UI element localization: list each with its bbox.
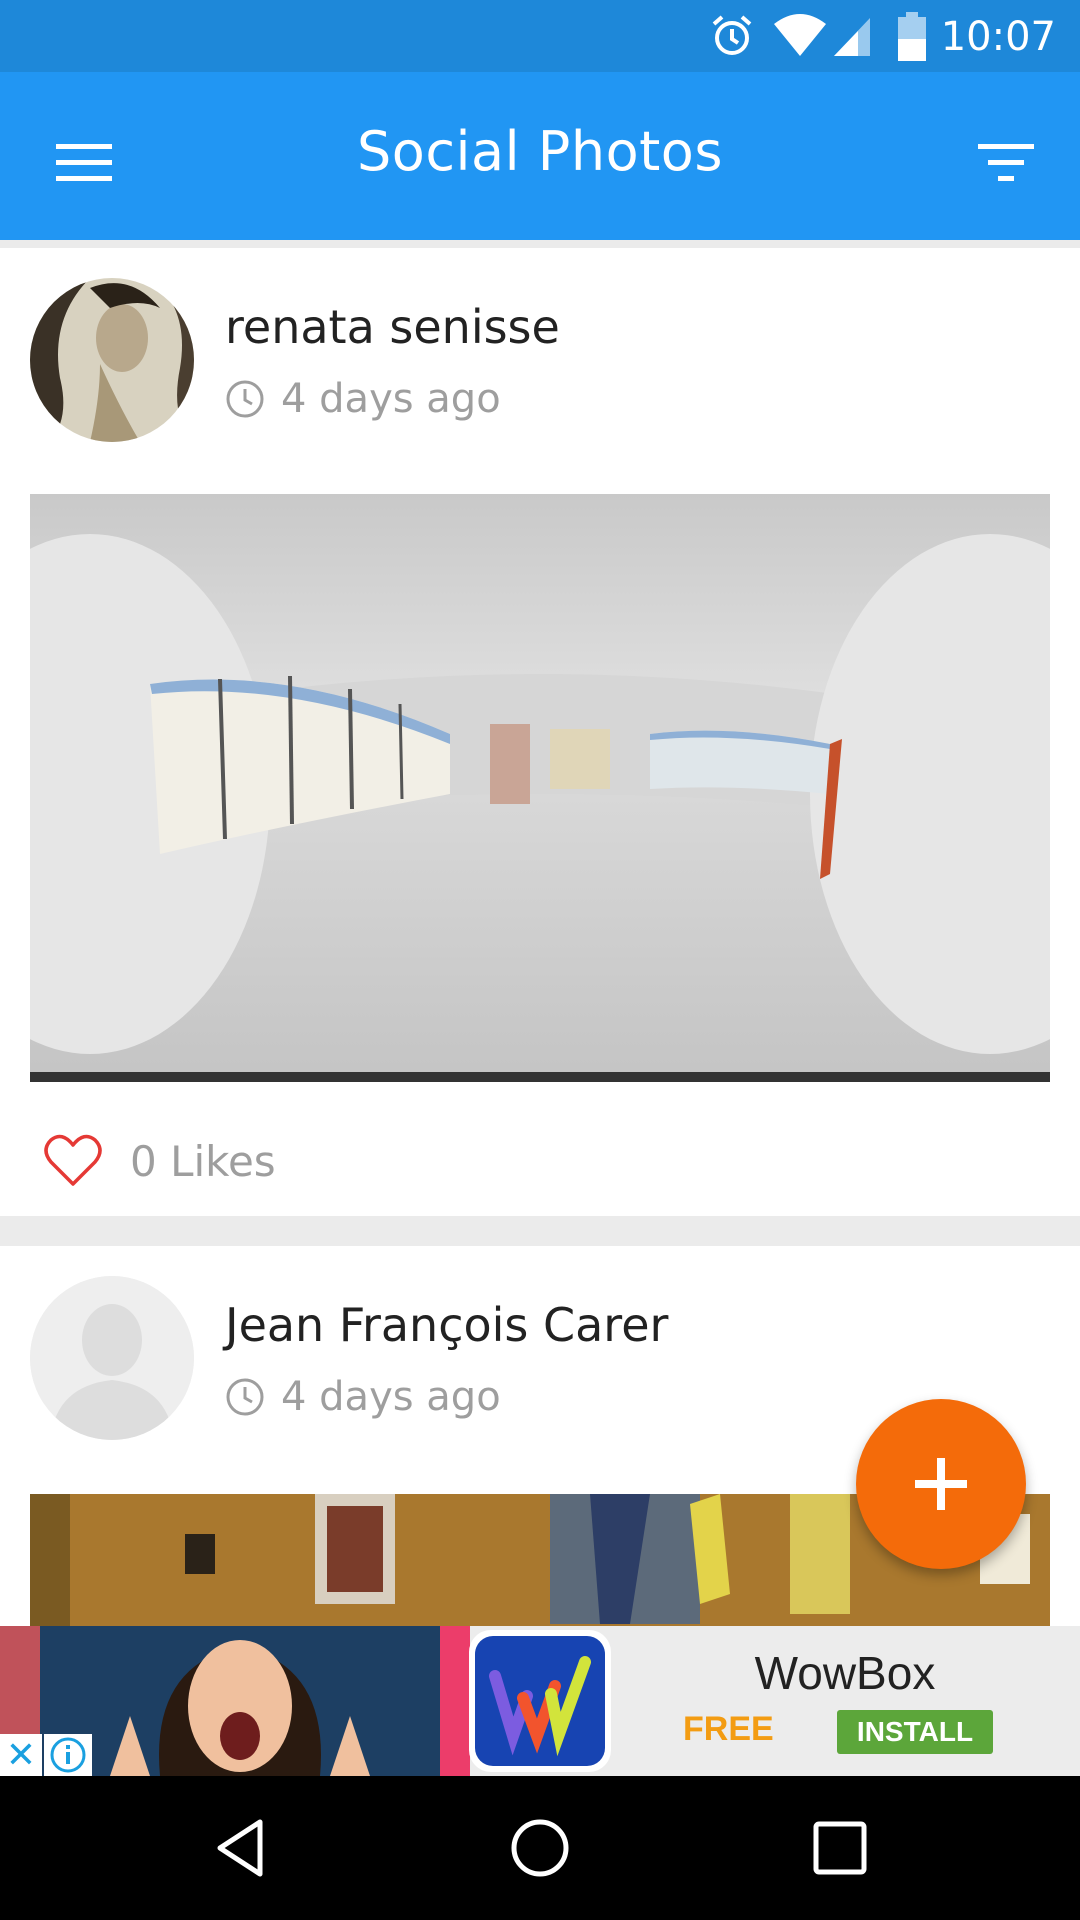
ad-banner[interactable]: ✕ WowBox FREE INSTALL [0,1626,1080,1776]
avatar-placeholder[interactable] [30,1276,194,1440]
status-bar: 10:07 [0,0,1080,72]
add-photo-button[interactable] [856,1399,1026,1569]
signal-icon [834,18,870,56]
likes-count: 0 Likes [130,1136,276,1186]
time-text: 4 days ago [281,1374,501,1420]
ad-price: FREE [683,1710,774,1748]
plus-icon [915,1458,967,1510]
app-bar: Social Photos [0,72,1080,240]
like-row: 0 Likes [44,1134,276,1188]
page-title: Social Photos [357,120,723,183]
home-icon[interactable] [508,1816,572,1880]
ad-close-icon[interactable]: ✕ [0,1734,42,1776]
user-name[interactable]: Jean François Carer [225,1298,668,1352]
clock-icon [226,380,264,418]
filter-icon[interactable] [970,126,1042,198]
recents-icon[interactable] [808,1816,872,1880]
status-time: 10:07 [940,14,1056,60]
heart-icon[interactable] [44,1134,102,1188]
system-nav-bar [0,1776,1080,1920]
ad-brand-name: WowBox [754,1647,936,1699]
wifi-icon [774,14,826,56]
ad-install-button[interactable]: INSTALL [837,1710,993,1754]
battery-icon [898,12,926,61]
post-time: 4 days ago [225,376,501,422]
person-silhouette-icon [30,1276,194,1440]
back-icon[interactable] [210,1816,274,1880]
clock-icon [226,1378,264,1416]
post-card: renata senisse 4 days ago 0 Likes [0,248,1080,1216]
wowbox-logo-icon [469,1630,611,1772]
ad-info-icon[interactable] [44,1734,92,1776]
user-name[interactable]: renata senisse [225,300,560,354]
post-photo[interactable] [30,494,1050,1082]
avatar[interactable] [30,278,194,442]
post-time: 4 days ago [225,1374,501,1420]
time-text: 4 days ago [281,376,501,422]
alarm-icon [712,15,752,55]
